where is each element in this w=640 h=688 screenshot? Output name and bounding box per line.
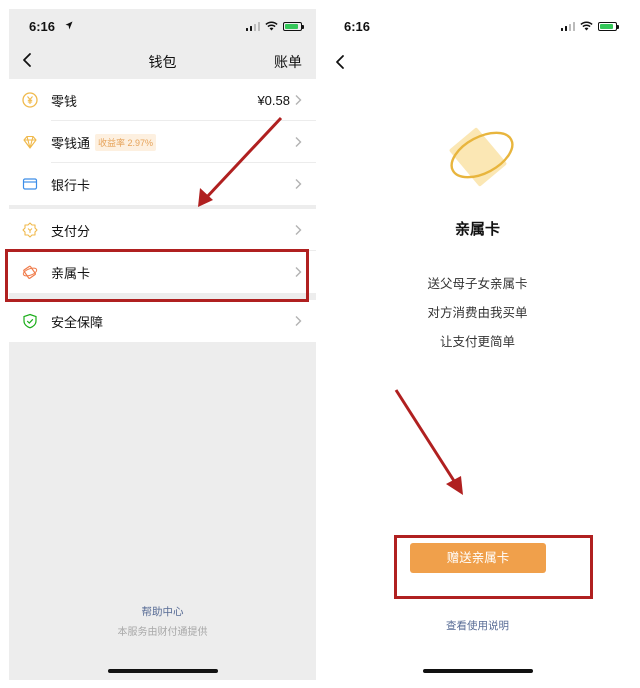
status-icons xyxy=(560,21,619,31)
description-line: 送父母子女亲属卡 xyxy=(427,277,528,291)
bank-card-icon xyxy=(22,178,38,190)
chevron-right-icon xyxy=(295,137,302,147)
status-time: 6:16 xyxy=(29,19,56,34)
row-label: 银行卡 xyxy=(51,177,91,193)
chevron-right-icon xyxy=(295,179,302,189)
home-indicator[interactable] xyxy=(422,669,533,673)
row-lingqiantong[interactable]: 零钱通 收益率 2.97% xyxy=(9,121,316,163)
battery-icon xyxy=(598,21,619,31)
help-center-link[interactable]: 帮助中心 xyxy=(9,604,316,619)
home-indicator[interactable] xyxy=(107,669,218,673)
annotation-highlight-box xyxy=(394,535,593,599)
provider-note: 本服务由财付通提供 xyxy=(117,627,208,638)
status-bar: 6:16 xyxy=(9,9,316,43)
description-line: 对方消费由我买单 xyxy=(427,306,528,320)
description-line: 让支付更简单 xyxy=(439,335,515,349)
signal-icon xyxy=(245,21,260,31)
signal-icon xyxy=(560,21,575,31)
chevron-right-icon xyxy=(295,316,302,326)
row-bank-card[interactable]: 银行卡 xyxy=(9,163,316,205)
page-title: 钱包 xyxy=(148,54,177,70)
bill-button[interactable]: 账单 xyxy=(274,52,302,72)
yield-badge: 收益率 2.97% xyxy=(95,133,157,151)
status-bar: 6:16 xyxy=(324,9,631,43)
shield-icon xyxy=(23,313,37,329)
page-title: 亲属卡 xyxy=(454,221,500,238)
wallet-group-1: 零钱 ¥0.58 零钱通 收益率 2.97% 银行卡 xyxy=(9,79,316,205)
nav-bar: 钱包 账单 xyxy=(9,43,316,79)
diamond-icon xyxy=(23,135,37,149)
row-security[interactable]: 安全保障 xyxy=(9,300,316,342)
row-pay-score[interactable]: 支付分 xyxy=(9,209,316,251)
annotation-highlight-box xyxy=(5,249,309,302)
yuan-coin-icon xyxy=(22,92,38,108)
row-change[interactable]: 零钱 ¥0.58 xyxy=(9,79,316,121)
wallet-group-3: 安全保障 xyxy=(9,300,316,342)
wallet-screen: 6:16 钱包 账单 零钱 ¥0.58 零钱通 收益率 2.97% 银行卡 支付… xyxy=(9,9,316,680)
row-label: 零钱 xyxy=(51,93,78,109)
family-card-illustration xyxy=(449,127,514,187)
row-label: 零钱通 xyxy=(51,135,91,151)
chevron-right-icon xyxy=(295,225,302,235)
row-label: 安全保障 xyxy=(51,314,104,330)
status-time: 6:16 xyxy=(344,19,371,34)
pay-score-icon xyxy=(22,222,38,238)
chevron-right-icon xyxy=(295,95,302,105)
battery-icon xyxy=(283,21,304,31)
usage-guide-link[interactable]: 查看使用说明 xyxy=(324,618,631,633)
status-icons xyxy=(245,21,304,31)
back-icon[interactable] xyxy=(332,53,350,71)
wifi-icon xyxy=(580,21,593,31)
row-label: 支付分 xyxy=(51,223,91,239)
balance-value: ¥0.58 xyxy=(257,92,290,108)
location-icon xyxy=(65,21,73,30)
wifi-icon xyxy=(265,21,278,31)
